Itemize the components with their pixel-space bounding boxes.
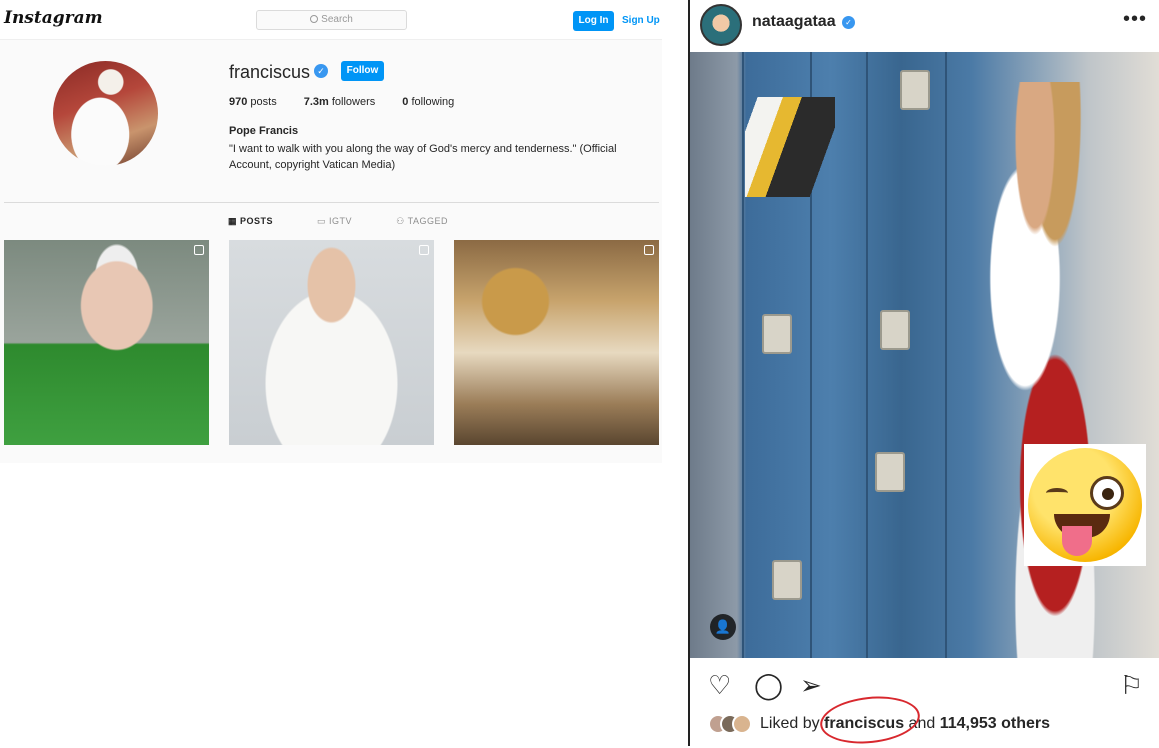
post-tile[interactable] (229, 240, 434, 445)
post-author-avatar[interactable] (700, 4, 742, 46)
grid-icon: ▦ (228, 216, 238, 226)
locker-edge (742, 52, 744, 658)
profile-bio: "I want to walk with you along the way o… (229, 143, 617, 171)
photo-subject (945, 82, 1145, 658)
login-button[interactable]: Log In (573, 11, 614, 31)
profile-stats: 970 posts 7.3m followers 0 following (229, 96, 481, 108)
locker-handle (772, 560, 802, 600)
post-author-username[interactable]: nataagataa (752, 13, 836, 31)
carousel-icon (644, 245, 654, 255)
comment-icon[interactable]: ◯ (754, 668, 783, 702)
followers-count[interactable]: 7.3m followers (304, 96, 376, 108)
locker-handle (880, 310, 910, 350)
locker-edge (866, 52, 868, 658)
search-input[interactable]: Search (256, 10, 407, 30)
tab-igtv[interactable]: ▭ IGTV (317, 216, 352, 227)
profile-full-name: Pope Francis (229, 125, 299, 137)
post-tile[interactable] (454, 240, 659, 445)
video-icon (419, 245, 429, 255)
profile-page: Instagram Search Log In Sign Up francisc… (0, 0, 662, 746)
likes-others-count[interactable]: 114,953 others (940, 715, 1050, 733)
post-photo[interactable]: 👤 (690, 52, 1159, 658)
profile-tabs: ▦ POSTS ▭ IGTV ⚇ TAGGED (228, 216, 492, 227)
camera-icon (194, 245, 204, 255)
tv-icon: ▭ (317, 216, 327, 226)
locker-handle (762, 314, 792, 354)
locker-handle (875, 452, 905, 492)
locker-handle (900, 70, 930, 110)
signup-link[interactable]: Sign Up (622, 11, 660, 31)
tagged-people-icon[interactable]: 👤 (710, 614, 736, 640)
search-icon (310, 15, 319, 23)
verified-badge-icon: ✓ (314, 64, 328, 78)
avatar (732, 714, 752, 734)
tab-tagged[interactable]: ⚇ TAGGED (396, 216, 448, 227)
liker-avatars[interactable] (708, 714, 752, 734)
top-nav-bar: Instagram Search Log In Sign Up (0, 0, 662, 40)
instagram-logo[interactable]: Instagram (4, 8, 103, 28)
verified-badge-icon: ✓ (842, 16, 855, 29)
tab-posts[interactable]: ▦ POSTS (228, 216, 273, 227)
profile-content: franciscus ✓ Follow 970 posts 7.3m follo… (0, 40, 662, 463)
search-placeholder: Search (321, 14, 353, 25)
profile-username: franciscus (229, 62, 311, 82)
section-divider (4, 202, 659, 203)
liked-by-prefix: Liked by (760, 715, 820, 732)
post-tile[interactable] (4, 240, 209, 445)
bookmark-icon[interactable]: ⚐ (1120, 668, 1143, 702)
profile-avatar (53, 61, 158, 166)
posts-grid (4, 240, 659, 445)
post-actions: ♡ ◯ ➢ ⚐ (690, 668, 1159, 704)
post-header: nataagataa ✓ ••• (690, 0, 1159, 50)
winking-tongue-emoji-icon (1024, 444, 1146, 566)
more-icon[interactable]: ••• (1123, 8, 1147, 31)
post-view: nataagataa ✓ ••• 👤 ♡ ◯ ➢ ⚐ Liked by fran… (688, 0, 1159, 748)
books (745, 97, 835, 197)
posts-count[interactable]: 970 posts (229, 96, 277, 108)
tag-person-icon: ⚇ (396, 216, 405, 226)
like-heart-icon[interactable]: ♡ (708, 668, 731, 702)
follow-button[interactable]: Follow (341, 61, 384, 81)
following-count[interactable]: 0 following (402, 96, 454, 108)
share-icon[interactable]: ➢ (800, 668, 822, 702)
